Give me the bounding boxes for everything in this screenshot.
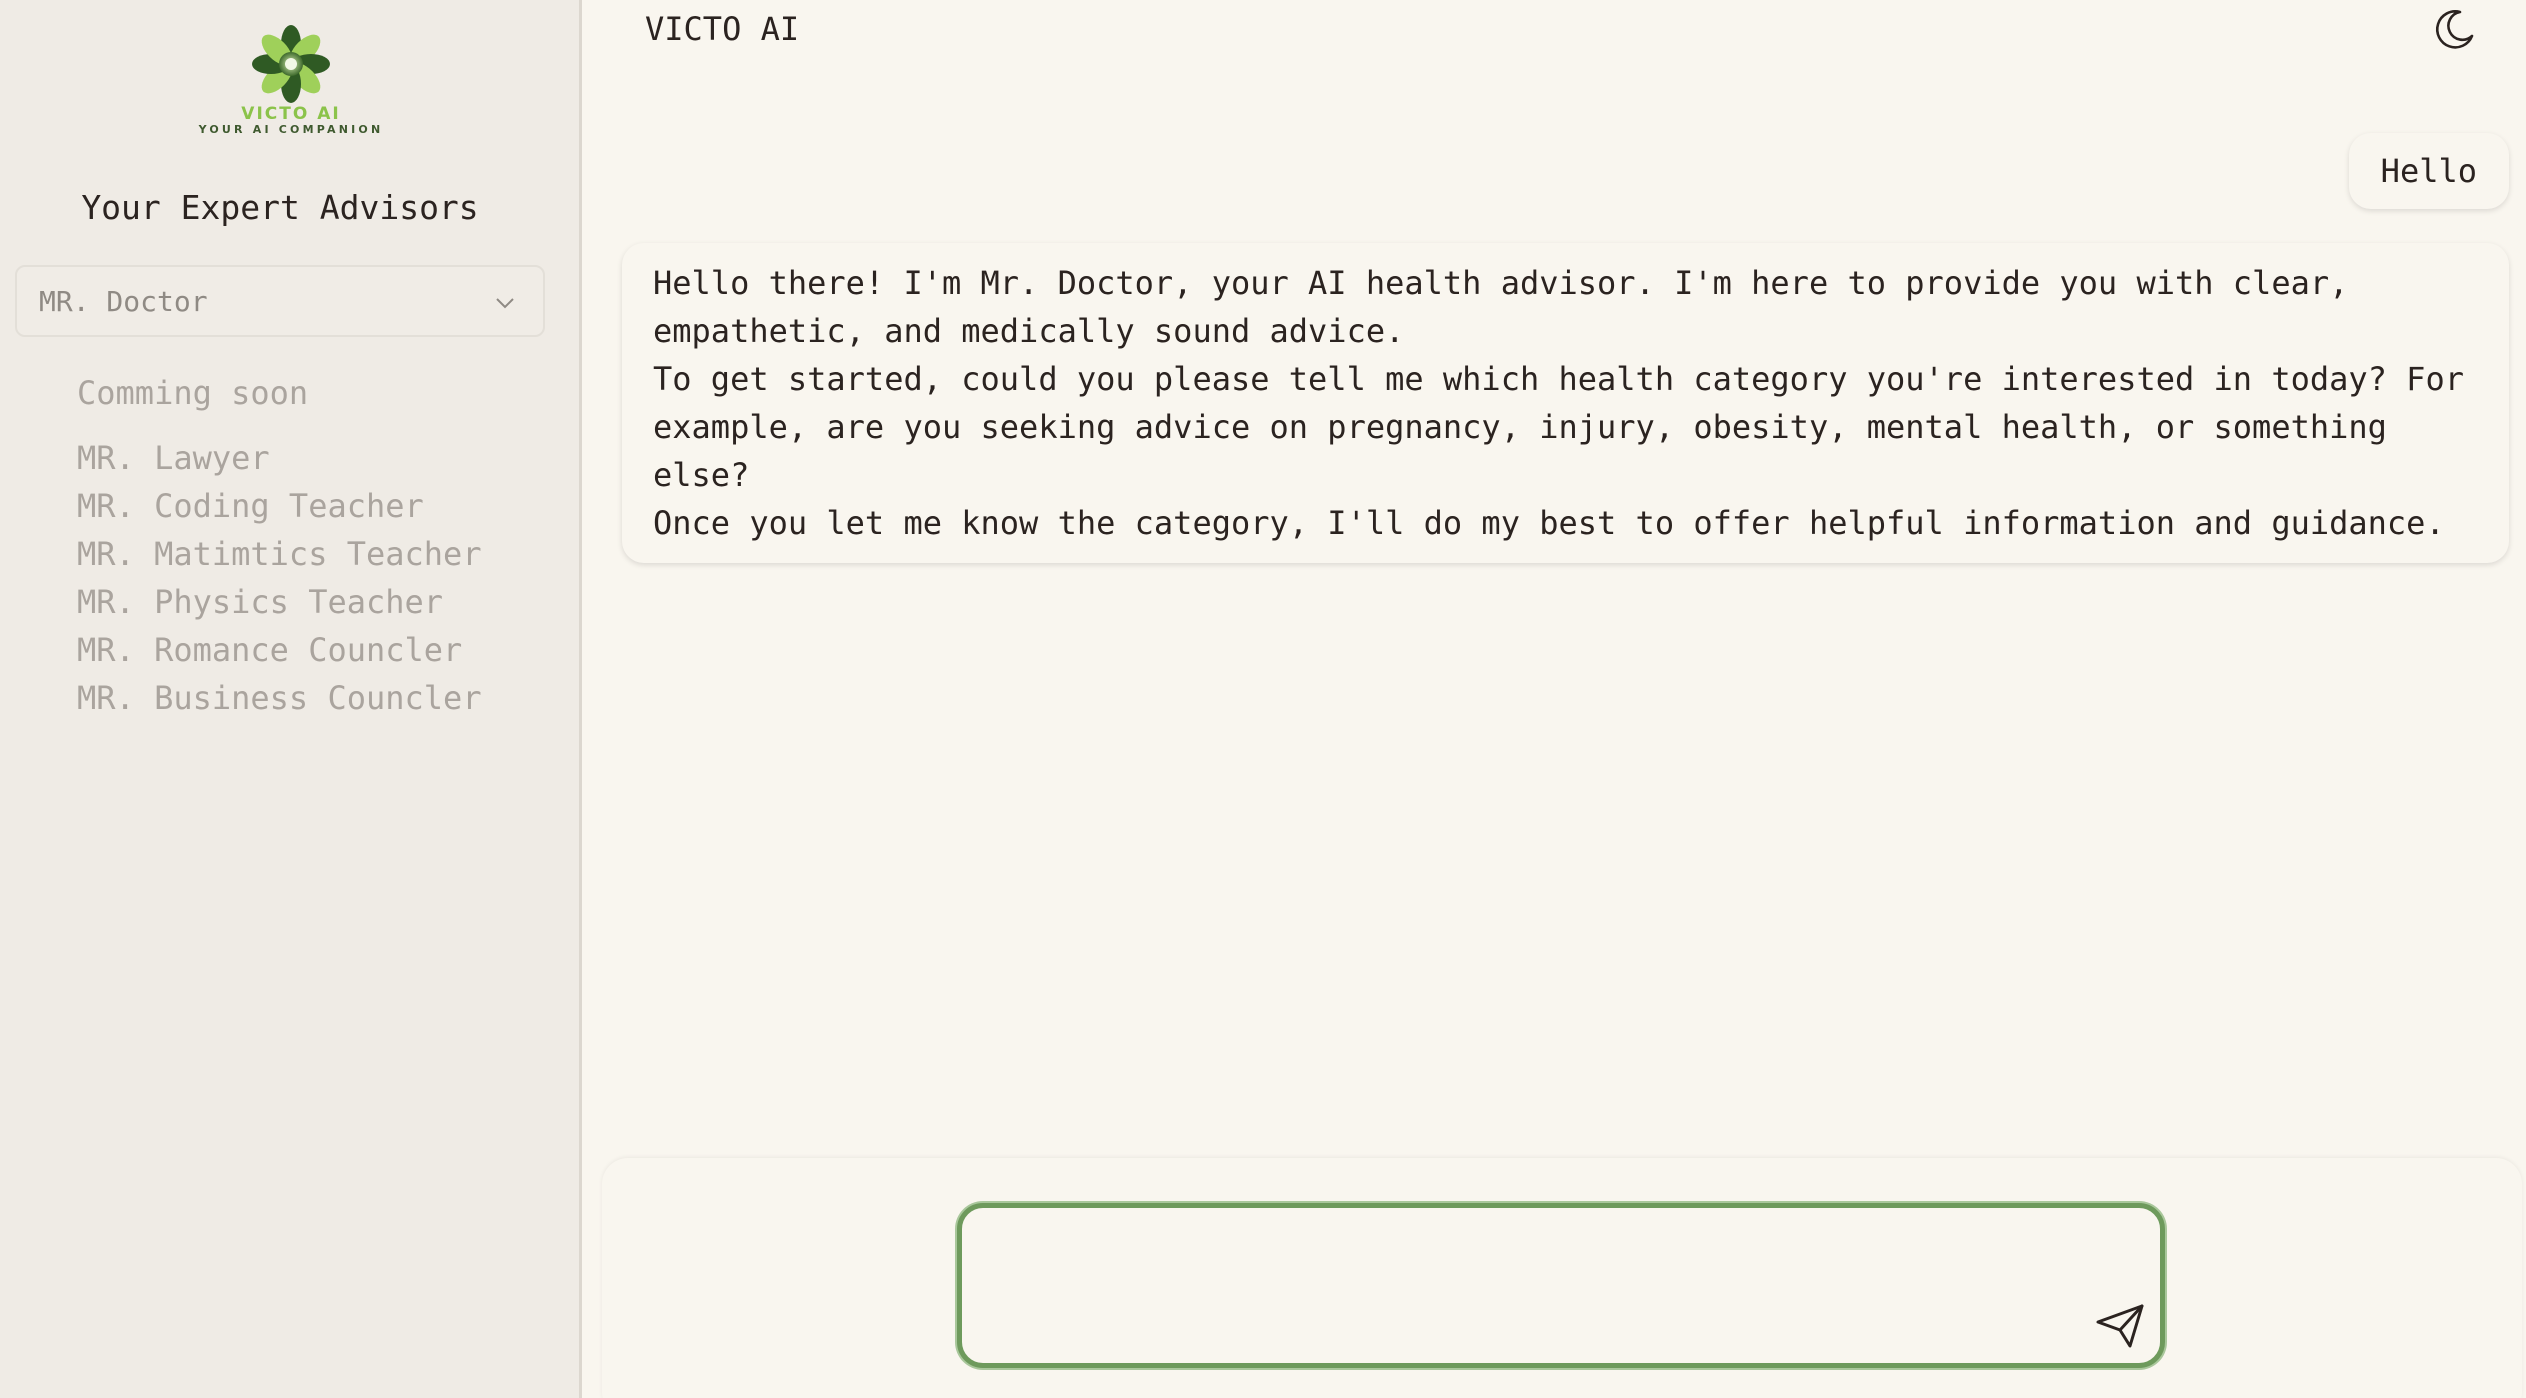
assistant-message: Hello there! I'm Mr. Doctor, your AI hea… (622, 243, 2509, 563)
sidebar: VICTO AI YOUR AI COMPANION Your Expert A… (0, 0, 582, 1398)
send-icon[interactable] (2094, 1302, 2146, 1350)
assistant-message-paragraph: To get started, could you please tell me… (653, 360, 2464, 494)
coming-soon-item: MR. Lawyer (77, 439, 270, 477)
coming-soon-list: MR. Lawyer MR. Coding Teacher MR. Matimt… (77, 434, 482, 722)
logo-subtitle: YOUR AI COMPANION (198, 123, 384, 136)
user-message: Hello (2348, 133, 2509, 209)
coming-soon-item: MR. Physics Teacher (77, 583, 444, 621)
brand-logo: VICTO AI YOUR AI COMPANION (0, 22, 582, 144)
coming-soon-item: MR. Matimtics Teacher (77, 535, 482, 573)
logo-icon (252, 25, 330, 103)
advisor-select[interactable]: MR. Doctor (15, 265, 545, 337)
coming-soon-item: MR. Romance Councler (77, 631, 463, 669)
app: VICTO AI YOUR AI COMPANION Your Expert A… (0, 0, 2526, 1398)
chevron-down-icon (496, 298, 514, 309)
message-input[interactable] (957, 1203, 2165, 1368)
coming-soon-item: MR. Coding Teacher (77, 487, 424, 525)
user-message-text: Hello (2380, 152, 2477, 190)
coming-soon-label: Comming soon (77, 374, 309, 412)
logo-title: VICTO AI (241, 104, 341, 124)
advisor-select-value: MR. Doctor (39, 284, 208, 318)
coming-soon-item: MR. Business Councler (77, 679, 482, 717)
moon-icon[interactable] (2430, 6, 2478, 54)
assistant-message-paragraph: Once you let me know the category, I'll … (653, 504, 2445, 542)
assistant-message-paragraph: Hello there! I'm Mr. Doctor, your AI hea… (653, 264, 2349, 350)
sidebar-heading: Your Expert Advisors (81, 188, 479, 227)
app-title: VICTO AI (645, 10, 800, 48)
